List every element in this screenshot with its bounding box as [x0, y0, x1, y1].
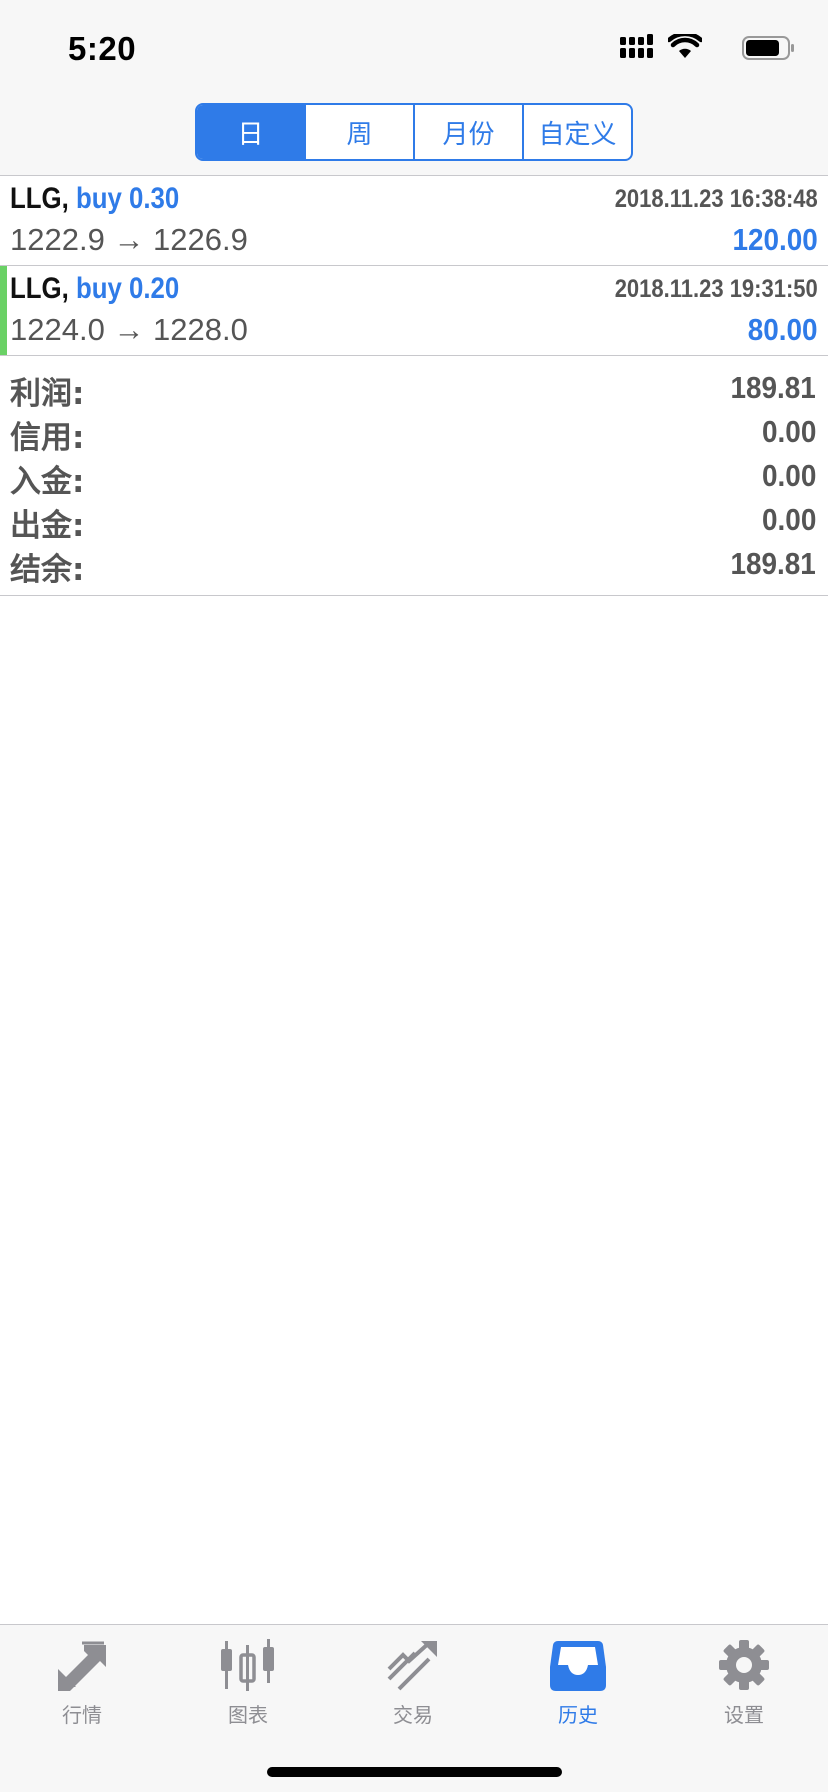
battery-icon: [742, 36, 794, 60]
tab-chart[interactable]: 图表: [188, 1639, 308, 1739]
tab-label: 历史: [558, 1703, 598, 1727]
tab-label: 交易: [393, 1703, 433, 1727]
summary-value: 0.00: [761, 458, 816, 493]
trade-profit: 120.00: [732, 222, 818, 257]
trade-highlight-bar: [0, 266, 7, 355]
tab-label: 行情: [62, 1703, 102, 1727]
home-indicator[interactable]: [267, 1767, 562, 1777]
trade-side-volume: buy 0.30: [75, 182, 180, 215]
tab-history[interactable]: 历史: [518, 1639, 638, 1739]
cellular-signal-icon: [620, 34, 653, 58]
period-tab-week[interactable]: 周: [304, 105, 413, 159]
trade-history-list: LLG, buy 0.30 2018.11.23 16:38:48 1222.9…: [0, 176, 828, 356]
wifi-icon: [668, 34, 702, 58]
trade-profit: 80.00: [748, 312, 818, 347]
tab-label: 设置: [724, 1703, 764, 1727]
summary-row-balance: 结余: 189.81: [0, 542, 828, 588]
summary-value: 189.81: [730, 546, 816, 581]
trade-prices: 1224.0 → 1228.0: [10, 312, 248, 347]
trade-title: LLG, buy 0.30: [10, 182, 179, 216]
summary-label: 出金:: [10, 508, 85, 544]
summary-row-withdrawal: 出金: 0.00: [0, 498, 828, 544]
period-tab-custom[interactable]: 自定义: [522, 105, 631, 159]
quotes-icon: [58, 1641, 106, 1691]
gear-icon: [719, 1640, 769, 1690]
trade-symbol: LLG,: [10, 182, 69, 215]
period-segmented-control: 日 周 月份 自定义: [195, 103, 633, 161]
period-tab-day[interactable]: 日: [197, 105, 304, 159]
trade-prices: 1222.9 → 1226.9: [10, 222, 248, 257]
chart-icon: [221, 1639, 274, 1691]
summary-label: 利润:: [10, 376, 85, 412]
tab-trade[interactable]: 交易: [353, 1639, 473, 1739]
tab-settings[interactable]: 设置: [684, 1639, 804, 1739]
history-icon: [550, 1641, 606, 1691]
status-bar: 5:20: [0, 0, 828, 96]
trade-icon: [387, 1641, 437, 1691]
trade-time: 2018.11.23 16:38:48: [614, 185, 818, 213]
period-tab-month[interactable]: 月份: [413, 105, 522, 159]
summary-label: 入金:: [10, 464, 85, 500]
summary-row-credit: 信用: 0.00: [0, 410, 828, 456]
period-selector-bar: 日 周 月份 自定义: [0, 96, 828, 176]
tab-quotes[interactable]: 行情: [22, 1639, 142, 1739]
trade-side-volume: buy 0.20: [75, 272, 180, 305]
summary-label: 信用:: [10, 420, 85, 456]
status-time: 5:20: [68, 30, 137, 67]
summary-value: 0.00: [761, 414, 816, 449]
summary-value: 189.81: [730, 370, 816, 405]
tab-label: 图表: [228, 1703, 268, 1727]
account-summary: 利润: 189.81 信用: 0.00 入金: 0.00 出金: 0.00 结余…: [0, 356, 828, 596]
trade-row[interactable]: LLG, buy 0.30 2018.11.23 16:38:48 1222.9…: [0, 176, 828, 266]
trade-time: 2018.11.23 19:31:50: [614, 275, 818, 303]
summary-row-profit: 利润: 189.81: [0, 366, 828, 412]
status-icons: [620, 34, 796, 64]
trade-row[interactable]: LLG, buy 0.20 2018.11.23 19:31:50 1224.0…: [0, 266, 828, 356]
summary-row-deposit: 入金: 0.00: [0, 454, 828, 500]
summary-label: 结余:: [10, 552, 85, 588]
trade-symbol: LLG,: [10, 272, 69, 305]
trade-title: LLG, buy 0.20: [10, 272, 179, 306]
summary-value: 0.00: [761, 502, 816, 537]
